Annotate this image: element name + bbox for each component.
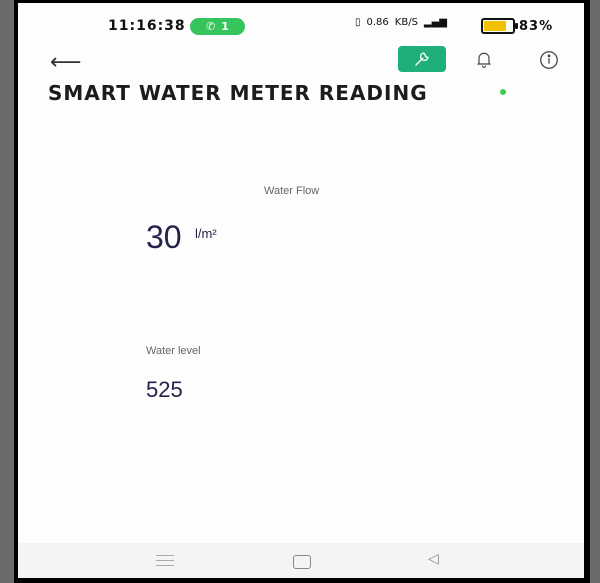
battery: 83% [481, 18, 553, 34]
battery-percent: 83% [519, 18, 554, 34]
page-title: SMART WATER METER READING [48, 81, 428, 105]
online-status-dot [500, 89, 506, 95]
water-level-label: Water level [146, 345, 201, 357]
net-speed-unit: KB/S [394, 17, 418, 28]
signal-icon: ▂▄▆ [423, 17, 447, 28]
call-pill-count: 1 [221, 20, 229, 33]
system-nav-bar: ◁ [18, 543, 584, 578]
vibrate-icon: ▯ [355, 17, 361, 28]
status-bar: 11:16:38 ✆ 1 ▯ 0.86 KB/S ▂▄▆ 83% [18, 3, 584, 45]
battery-icon [481, 18, 518, 34]
phone-screen: 11:16:38 ✆ 1 ▯ 0.86 KB/S ▂▄▆ 83% ⟵ SMART… [18, 3, 584, 578]
phone-icon: ✆ [206, 20, 216, 33]
water-flow-unit: l/m² [195, 226, 217, 241]
notification-bell-icon[interactable] [474, 49, 494, 73]
status-time: 11:16:38 [108, 18, 186, 34]
nav-back-icon[interactable]: ◁ [428, 551, 439, 567]
system-indicators: ▯ 0.86 KB/S ▂▄▆ [355, 17, 447, 28]
recent-apps-icon[interactable] [156, 555, 174, 570]
water-flow-label: Water Flow [264, 185, 320, 197]
info-icon[interactable] [538, 49, 560, 75]
battery-fill [484, 21, 506, 31]
water-flow-value: 30 [146, 219, 182, 255]
wrench-icon [415, 52, 429, 66]
call-pill[interactable]: ✆ 1 [190, 18, 245, 35]
net-speed: 0.86 [366, 17, 389, 28]
back-arrow-icon[interactable]: ⟵ [50, 50, 82, 75]
home-icon[interactable] [293, 555, 311, 569]
water-level-value: 525 [146, 377, 183, 402]
settings-wrench-button[interactable] [398, 46, 446, 72]
